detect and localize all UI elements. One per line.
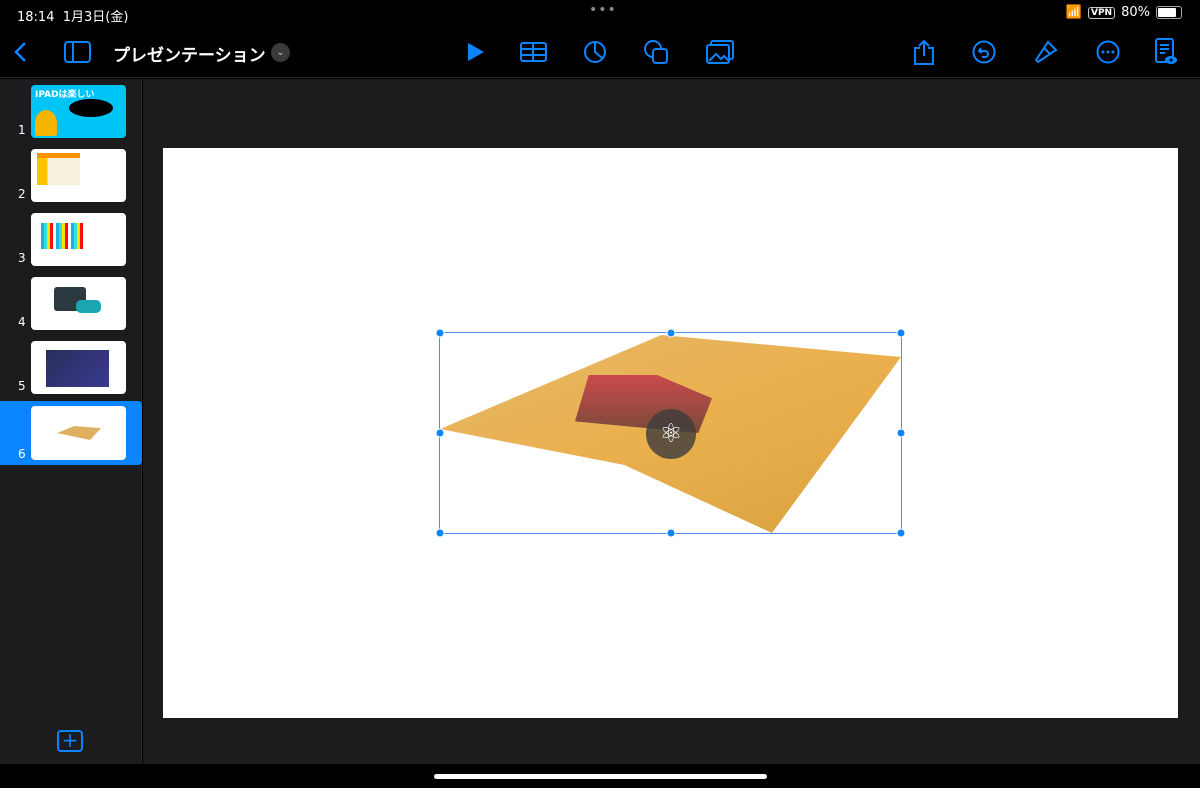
battery-icon [1156, 6, 1182, 19]
undo-button[interactable] [970, 38, 998, 66]
undo-icon [972, 40, 996, 64]
table-preview [37, 153, 80, 185]
sidebar-toggle-button[interactable] [63, 38, 91, 66]
slide-thumbnail-6[interactable]: 6 [0, 401, 142, 465]
back-button[interactable] [6, 38, 34, 66]
play-button[interactable] [461, 38, 489, 66]
controller-image [76, 300, 101, 313]
chart-icon [584, 41, 606, 63]
resize-handle[interactable] [896, 528, 906, 538]
play-icon [468, 43, 484, 61]
insert-media-button[interactable] [706, 38, 734, 66]
shape-icon [644, 40, 668, 64]
rabbit-image [35, 110, 57, 136]
ellipsis-icon [1096, 40, 1120, 64]
add-slide-button[interactable]: + [57, 730, 83, 752]
reader-view-button[interactable] [1152, 38, 1180, 66]
document-title[interactable]: プレゼンテーション [113, 41, 266, 66]
vpn-badge: VPN [1088, 6, 1116, 19]
status-bar: 18:14 1月3日(金) ••• 📶 VPN 80% [0, 0, 1200, 26]
slide-navigator: 1 IPADは楽しい 2 3 4 5 6 + [0, 79, 142, 764]
more-button[interactable] [1094, 38, 1122, 66]
format-button[interactable] [1032, 38, 1060, 66]
resize-handle[interactable] [666, 328, 675, 338]
share-button[interactable] [910, 38, 938, 66]
chart-preview [41, 223, 85, 249]
chevron-left-icon [14, 42, 26, 62]
resize-handle[interactable] [666, 528, 675, 538]
slide-thumbnail-3[interactable]: 3 [0, 209, 142, 269]
slide-thumbnail-5[interactable]: 5 [0, 337, 142, 397]
multitasking-dots[interactable]: ••• [589, 2, 617, 18]
status-time: 18:14 1月3日(金) [17, 10, 129, 25]
insert-chart-button[interactable] [581, 38, 609, 66]
speech-bubble [69, 99, 113, 117]
paintbrush-icon [1034, 40, 1058, 64]
resize-handle[interactable] [896, 328, 906, 338]
resize-handle[interactable] [435, 428, 445, 438]
model-preview [57, 426, 101, 440]
battery-percent: 80% [1121, 5, 1150, 20]
document-eye-icon [1155, 38, 1177, 64]
share-icon [914, 39, 934, 65]
slide-thumbnail-1[interactable]: 1 IPADは楽しい [0, 81, 142, 141]
slide-thumbnail-4[interactable]: 4 [0, 273, 142, 333]
photo-icon [706, 40, 734, 64]
table-icon [519, 42, 547, 62]
3d-rotate-icon[interactable]: ⚛ [646, 409, 696, 459]
resize-handle[interactable] [896, 428, 906, 438]
resize-handle[interactable] [435, 528, 445, 538]
resize-handle[interactable] [435, 328, 445, 338]
gpu-image [46, 350, 109, 387]
home-indicator[interactable] [434, 774, 767, 779]
insert-shape-button[interactable] [642, 38, 670, 66]
3d-object[interactable]: ⚛ [435, 328, 906, 538]
wifi-icon: 📶 [1065, 5, 1082, 20]
title-menu-chevron-icon[interactable]: ⌄ [271, 43, 290, 62]
insert-table-button[interactable] [519, 38, 547, 66]
slide-thumbnail-2[interactable]: 2 [0, 145, 142, 205]
toolbar: プレゼンテーション ⌄ [0, 26, 1200, 78]
sidebar-icon [63, 41, 91, 63]
